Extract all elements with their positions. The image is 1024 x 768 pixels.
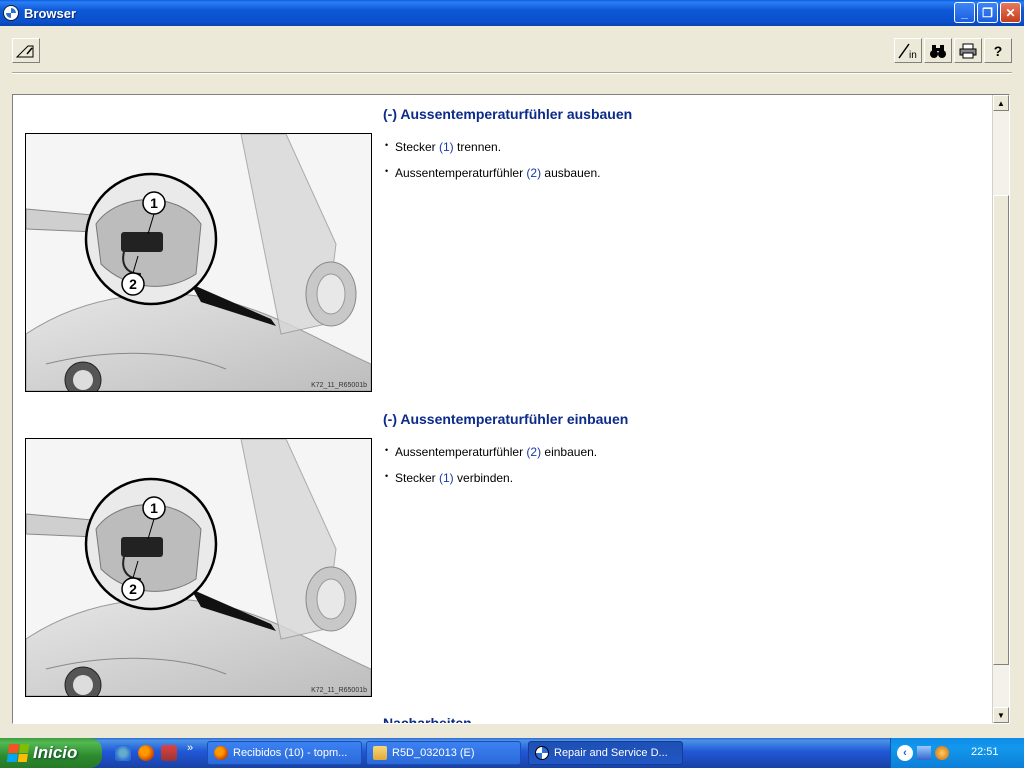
window-titlebar[interactable]: Browser _ ❐ ✕ [0, 0, 1024, 26]
help-button[interactable]: ? [984, 38, 1012, 63]
figure-remove-sensor: 1 2 K72_11_R65001b [25, 133, 372, 392]
home-icon[interactable] [161, 745, 177, 761]
figure-code: K72_11_R65001b [311, 687, 367, 694]
folder-icon [373, 746, 387, 760]
figure-code: K72_11_R65001b [311, 382, 367, 389]
firefox-icon[interactable] [138, 745, 154, 761]
print-button[interactable] [954, 38, 982, 63]
system-tray: ‹ 22:51 [890, 738, 1024, 768]
bmw-icon [535, 746, 549, 760]
task-button-repair-service[interactable]: Repair and Service D... [528, 741, 683, 765]
svg-text:2: 2 [129, 276, 137, 292]
clock[interactable]: 22:51 [971, 746, 999, 758]
bmw-app-icon [3, 5, 19, 21]
step-item: • Stecker (1) verbinden. [385, 471, 514, 485]
task-button-folder[interactable]: R5D_032013 (E) [366, 741, 521, 765]
network-icon[interactable] [917, 746, 931, 760]
quicklaunch-overflow[interactable]: » [187, 742, 193, 754]
toolbar-divider [12, 72, 1012, 74]
svg-text:in: in [909, 50, 917, 60]
section-title-install: (-) Aussentemperaturfühler einbauen [383, 411, 629, 427]
step-item: • Aussentemperaturfühler (2) einbauen. [385, 445, 598, 459]
antivirus-icon[interactable] [935, 746, 949, 760]
document-frame: (-) Aussentemperaturfühler ausbauen • Ste… [12, 94, 1010, 724]
binoculars-icon [930, 44, 946, 58]
scroll-up-button[interactable]: ▲ [993, 95, 1009, 111]
restore-button[interactable]: ❐ [977, 2, 998, 23]
info-in-button[interactable]: in [894, 38, 922, 63]
scroll-thumb[interactable] [993, 195, 1009, 665]
toolbar: in ? [0, 26, 1024, 76]
svg-text:2: 2 [129, 581, 137, 597]
scroll-down-button[interactable]: ▼ [993, 707, 1009, 723]
section-title-followup: Nacharbeiten [383, 715, 472, 723]
start-label: Inicio [33, 743, 78, 762]
search-button[interactable] [924, 38, 952, 63]
close-button[interactable]: ✕ [1000, 2, 1021, 23]
document-content: (-) Aussentemperaturfühler ausbauen • Ste… [13, 95, 993, 723]
task-button-email[interactable]: Recibidos (10) - topm... [207, 741, 362, 765]
svg-text:1: 1 [150, 195, 158, 211]
taskbar: Inicio » Recibidos (10) - topm... R5D_03… [0, 738, 1024, 768]
svg-text:1: 1 [150, 500, 158, 516]
window-title: Browser [24, 5, 77, 21]
step-item: • Stecker (1) trennen. [385, 140, 502, 154]
firefox-icon [214, 746, 228, 760]
vertical-scrollbar[interactable]: ▲ ▼ [992, 95, 1009, 723]
windows-logo-icon [6, 744, 30, 762]
motorcycle-illustration: 1 2 [26, 439, 371, 696]
info-in-icon: in [898, 43, 917, 60]
minimize-button[interactable]: _ [954, 2, 975, 23]
ie-icon[interactable] [115, 745, 131, 761]
section-title-remove: (-) Aussentemperaturfühler ausbauen [383, 106, 633, 122]
start-button[interactable]: Inicio [0, 738, 102, 768]
edit-button[interactable] [12, 38, 40, 63]
motorcycle-illustration: 1 2 [26, 134, 371, 391]
printer-icon [959, 43, 977, 58]
edit-icon [16, 45, 34, 57]
step-item: • Aussentemperaturfühler (2) ausbauen. [385, 166, 601, 180]
help-icon: ? [993, 42, 1003, 59]
tray-expand-icon[interactable]: ‹ [897, 745, 913, 761]
figure-install-sensor: 1 2 K72_11_R65001b [25, 438, 372, 697]
